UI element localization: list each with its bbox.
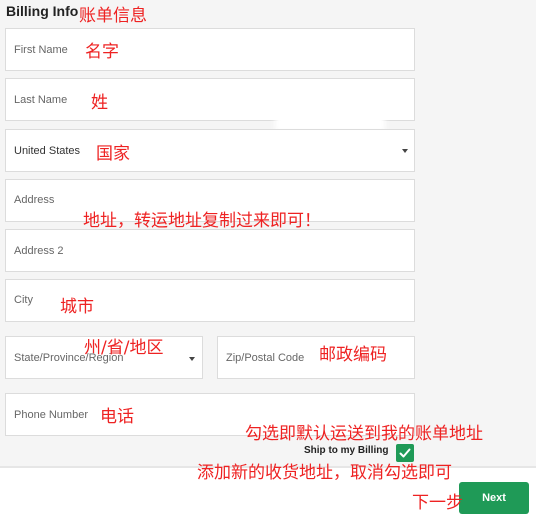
annotation-phone: 电话: [100, 407, 134, 427]
address2-field[interactable]: Address 2: [5, 229, 415, 272]
annotation-country: 国家: [96, 144, 130, 164]
chevron-down-icon: [189, 357, 195, 361]
country-select[interactable]: United States: [5, 129, 415, 172]
annotation-next: 下一步: [412, 493, 463, 513]
annotation-address: 地址，转运地址复制过来即可！: [83, 211, 321, 231]
next-button[interactable]: Next: [459, 482, 529, 514]
ship-to-billing-label: Ship to my Billing: [304, 445, 389, 456]
city-placeholder: City: [14, 294, 33, 306]
annotation-first-name: 名字: [85, 42, 119, 62]
annotation-title: 账单信息: [79, 6, 147, 26]
first-name-field[interactable]: First Name: [5, 28, 415, 71]
section-title: Billing Info: [6, 3, 79, 19]
country-value: United States: [14, 145, 81, 157]
first-name-placeholder: First Name: [14, 44, 68, 56]
annotation-uncheck-new: 添加新的收货地址，取消勾选即可: [197, 463, 452, 483]
phone-placeholder: Phone Number: [14, 409, 88, 421]
annotation-city: 城市: [60, 297, 94, 317]
last-name-placeholder: Last Name: [14, 94, 68, 106]
chevron-down-icon: [402, 149, 408, 153]
annotation-zip: 邮政编码: [319, 345, 387, 365]
annotation-last-name: 姓: [91, 93, 108, 113]
zip-placeholder: Zip/Postal Code: [226, 352, 305, 364]
annotation-state: 州/省/地区: [84, 338, 164, 358]
address2-placeholder: Address 2: [14, 245, 64, 257]
address-placeholder: Address: [14, 194, 55, 206]
annotation-check-default: 勾选即默认运送到我的账单地址: [245, 424, 483, 444]
